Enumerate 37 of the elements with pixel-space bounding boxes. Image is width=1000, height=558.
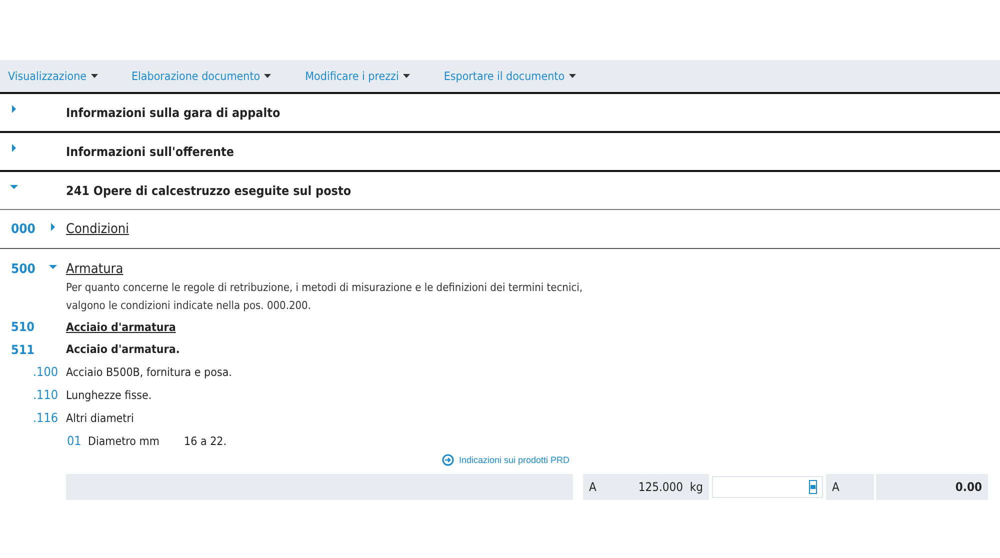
total-value: 0.00 (955, 480, 982, 494)
caret-right-icon[interactable] (49, 223, 57, 231)
price-code: A (832, 480, 840, 494)
position-text: Lunghezze fisse. (66, 388, 152, 402)
position-text: Diametro mm (88, 434, 160, 448)
position-text: Acciaio d'armatura. (66, 342, 180, 356)
position-number: .100 (32, 364, 58, 379)
position-text: Acciaio B500B, fornitura e posa. (66, 364, 232, 378)
unit-code: A (589, 480, 596, 494)
caret-icon (264, 74, 272, 78)
section-title[interactable]: 241 Opere di calcestruzzo eseguite sul posto (66, 183, 352, 198)
position-text: Altri diametri (66, 410, 134, 424)
caret-icon (568, 74, 576, 78)
caret-down-icon[interactable] (10, 182, 18, 190)
group-number: 500 (11, 262, 36, 276)
arrow-circle-icon (442, 454, 454, 466)
group-title[interactable]: Condizioni (66, 221, 129, 237)
group-title[interactable]: Armatura (66, 261, 124, 277)
group-description: Per quanto concerne le regole di retribuzione, i metodi di misurazione e le definizioni dei termini tecnici, valgono le condizioni indicate nella pos. 000.200. (66, 280, 584, 314)
caret-right-icon[interactable] (10, 144, 18, 152)
position-number: .110 (32, 387, 58, 402)
section-title[interactable]: Informazioni sulla gara di appalto (66, 105, 280, 120)
position-number: 510 (11, 319, 36, 334)
caret-right-icon[interactable] (10, 104, 18, 112)
quantity-value: 125.000 kg (638, 480, 703, 494)
position-number: 01 (67, 433, 82, 448)
group-number: 000 (11, 222, 36, 236)
position-number: 511 (11, 342, 36, 356)
caret-down-icon[interactable] (49, 263, 57, 271)
price-input[interactable] (712, 476, 823, 498)
position-value: 16 a 22. (184, 434, 227, 448)
position-number: .116 (32, 410, 58, 425)
position-text: Acciaio d'armatura (66, 320, 176, 334)
product-info-link[interactable]: Indicazioni sui prodotti PRD (438, 452, 574, 468)
section-title[interactable]: Informazioni sull'offerente (66, 144, 234, 159)
caret-icon (402, 74, 410, 78)
caret-icon (90, 74, 98, 78)
